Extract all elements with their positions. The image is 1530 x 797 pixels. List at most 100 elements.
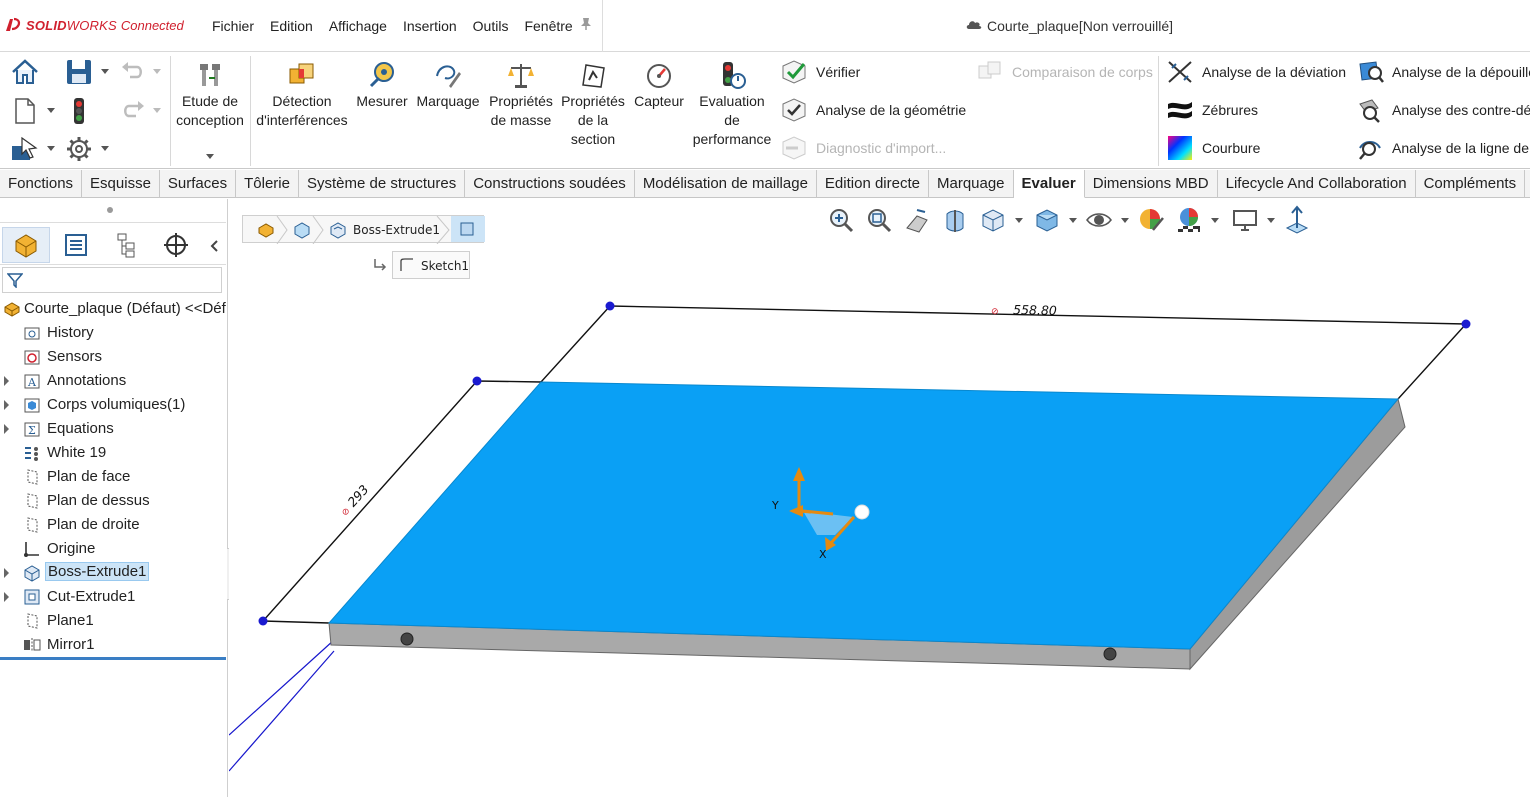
tree-item-plan-de-face[interactable]: Plan de face [0,465,226,489]
tree-item-cut-extrude1[interactable]: Cut-Extrude1 [0,585,226,609]
diagnostic-import-button[interactable]: Diagnostic d'import... [780,134,946,162]
tab-dimensions-mbd[interactable]: Dimensions MBD [1085,170,1218,198]
hide-show-caret[interactable] [1121,218,1129,223]
view-orientation-caret[interactable] [1015,218,1023,223]
pin-icon[interactable] [580,17,592,31]
proprietes-masse-button[interactable]: Propriétés de masse [486,60,556,130]
breadcrumb-feature-label[interactable]: Boss-Extrude1 [353,223,440,237]
tab-dimxpert-manager[interactable] [152,227,200,263]
select-dropdown-caret[interactable] [47,146,55,151]
expand-chevron-icon[interactable] [4,424,9,434]
analyse-depouille-button[interactable]: Analyse de la dépouille [1356,58,1530,86]
menu-fichier[interactable]: Fichier [204,18,262,34]
solid-body-breadcrumb-icon[interactable] [293,221,311,239]
tree-item-equations[interactable]: Σ Equations [0,417,226,441]
analyse-contre-depouille-button[interactable]: Analyse des contre-dépouilles [1356,96,1530,124]
sketch-point[interactable] [605,301,615,311]
tree-item-plan-de-dessus[interactable]: Plan de dessus [0,489,226,513]
view-settings-monitor-icon[interactable] [1231,206,1259,234]
proprietes-section-button[interactable]: Propriétés de la section [560,60,626,149]
sketch-point[interactable] [258,616,268,626]
menu-affichage[interactable]: Affichage [321,18,395,34]
zoom-to-area-icon[interactable] [865,206,893,234]
plate-hole[interactable] [400,632,414,646]
detection-interferences-button[interactable]: Détection d'interférences [254,60,350,130]
tab-t-lerie[interactable]: Tôlerie [236,170,299,198]
redo-dropdown-caret[interactable] [153,108,161,113]
tree-item-white-19[interactable]: White 19 [0,441,226,465]
display-style-caret[interactable] [1069,218,1077,223]
new-dropdown-caret[interactable] [47,108,55,113]
verifier-button[interactable]: Vérifier [780,58,860,86]
analyse-deviation-button[interactable]: Analyse de la déviation [1166,58,1346,86]
tab-syst-me-de-structures[interactable]: Système de structures [299,170,466,198]
menu-insertion[interactable]: Insertion [395,18,465,34]
sketch-point[interactable] [1461,319,1471,329]
apply-scene-icon[interactable] [1175,206,1203,234]
dimension-width-annotation[interactable]: ⊘ 293 [336,482,371,519]
dimension-width-text[interactable]: 293 [344,482,371,510]
menu-fenetre[interactable]: Fenêtre [516,18,580,34]
apply-scene-caret[interactable] [1211,218,1219,223]
tab-configuration-manager[interactable] [102,227,150,263]
undo-icon[interactable] [118,57,148,87]
boss-extrude-breadcrumb-icon[interactable] [329,221,347,239]
zebrures-button[interactable]: Zébrures [1166,96,1258,124]
analyse-ligne-joint-button[interactable]: Analyse de la ligne de joint [1356,134,1530,162]
expand-chevron-icon[interactable] [4,376,9,386]
tab-evaluer[interactable]: Evaluer [1013,170,1085,198]
expand-chevron-icon[interactable] [4,568,9,578]
panel-grip[interactable] [0,199,226,223]
dimension-length-annotation[interactable]: ⊘ 558.80 [991,302,1057,318]
mesurer-button[interactable]: Mesurer [354,60,410,111]
tab-constructions-soud-es[interactable]: Constructions soudées [465,170,635,198]
tab-lifecycle-and-collaboration[interactable]: Lifecycle And Collaboration [1218,170,1416,198]
tree-item-boss-extrude1[interactable]: Boss-Extrude1 [0,561,226,585]
menu-edition[interactable]: Edition [262,18,321,34]
comparaison-corps-button[interactable]: Comparaison de corps [976,58,1153,86]
analyse-geometrie-button[interactable]: Analyse de la géométrie [780,96,966,124]
tree-item-mirror1[interactable]: Mirror1 [0,633,226,657]
options-gear-icon[interactable] [64,134,94,164]
tree-filter[interactable] [2,267,222,293]
tab-surfaces[interactable]: Surfaces [160,170,237,198]
tree-root-part[interactable]: Courte_plaque (Défaut) <<Défaut> [0,297,226,321]
tabs-scroll-left-icon[interactable] [208,239,222,253]
tab-mod-lisation-de-maillage[interactable]: Modélisation de maillage [635,170,817,198]
tab-edition-directe[interactable]: Edition directe [817,170,929,198]
traffic-light-icon[interactable] [64,96,94,126]
zoom-to-fit-icon[interactable] [827,206,855,234]
expand-chevron-icon[interactable] [4,400,9,410]
etude-conception-dropdown-caret[interactable] [206,154,214,159]
part-breadcrumb-icon[interactable] [257,221,275,239]
expand-chevron-icon[interactable] [4,592,9,602]
capteur-button[interactable]: Capteur [630,60,688,111]
undo-dropdown-caret[interactable] [153,69,161,74]
tree-item-annotations[interactable]: A Annotations [0,369,226,393]
model-scene[interactable]: ⊘ 558.80 ⊘ 293 Y X [229,199,1530,797]
options-dropdown-caret[interactable] [101,146,109,151]
new-document-icon[interactable] [10,96,40,126]
graphics-area[interactable]: ⊘ 558.80 ⊘ 293 Y X Boss-Extrude1 Sketch1 [229,199,1530,797]
dimension-length-text[interactable]: 558.80 [1013,302,1057,318]
tab-property-manager[interactable] [52,227,100,263]
edit-appearance-icon[interactable] [1137,206,1165,234]
solidworks-logo[interactable]: SOLIDWORKS Connected [4,17,184,33]
tree-item-plan-de-droite[interactable]: Plan de droite [0,513,226,537]
marquage-button[interactable]: Marquage [414,60,482,111]
home-icon[interactable] [10,57,40,87]
tree-item-plane1[interactable]: Plane1 [0,609,226,633]
triad-origin-ball[interactable] [854,504,870,520]
redo-icon[interactable] [118,96,148,126]
breadcrumb-sketch[interactable]: Sketch1 [392,251,470,279]
tab-compl-ments[interactable]: Compléments [1416,170,1526,198]
previous-view-icon[interactable] [903,206,931,234]
hide-show-eye-icon[interactable] [1085,206,1113,234]
section-view-icon[interactable] [941,206,969,234]
tab-esquisse[interactable]: Esquisse [82,170,160,198]
rollback-bar[interactable] [0,657,226,660]
view-orientation-icon[interactable] [979,206,1007,234]
tree-item-origine[interactable]: Origine [0,537,226,561]
tab-feature-manager[interactable] [2,227,50,263]
tree-item-sensors[interactable]: Sensors [0,345,226,369]
